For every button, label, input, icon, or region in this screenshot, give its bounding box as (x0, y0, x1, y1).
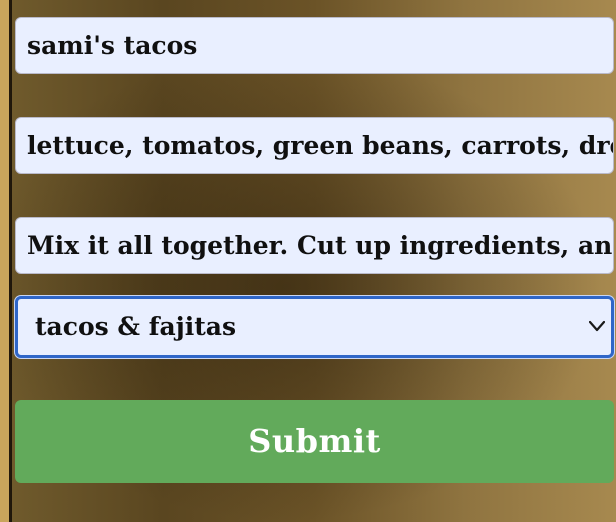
instructions-value: Mix it all together. Cut up ingredients,… (27, 231, 613, 260)
ingredients-value: lettuce, tomatos, green beans, carrots, … (27, 131, 613, 160)
ingredients-field[interactable]: lettuce, tomatos, green beans, carrots, … (15, 117, 614, 174)
left-edge-stripe (0, 0, 12, 522)
submit-button[interactable]: Submit (15, 400, 614, 483)
category-selected-value: tacos & fajitas (35, 312, 237, 341)
recipe-name-value: sami's tacos (27, 31, 198, 60)
submit-button-label: Submit (248, 422, 381, 460)
category-select[interactable]: tacos & fajitas (15, 296, 614, 358)
chevron-down-icon (589, 320, 605, 332)
instructions-field[interactable]: Mix it all together. Cut up ingredients,… (15, 217, 614, 274)
recipe-name-field[interactable]: sami's tacos (15, 17, 614, 74)
